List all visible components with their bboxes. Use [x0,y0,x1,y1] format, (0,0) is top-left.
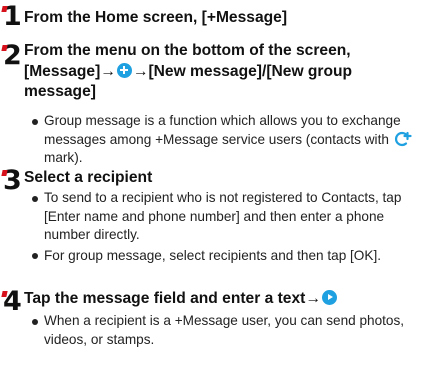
plus-message-contact-icon [394,131,412,146]
step-4-title: Tap the message field and enter a text→ [24,289,419,310]
send-circle-icon [321,290,337,305]
step-3-number: 3 [3,165,22,196]
step-2-bullet: Group message is a function which allows… [32,112,419,168]
step-1-title: From the Home screen, [+Message] [24,9,288,26]
step-3-title: Select a recipient [24,169,153,186]
plus-circle-icon [116,62,132,78]
step-2-number: 2 [3,40,22,71]
step-1-number: 1 [3,1,22,32]
arrow-icon: → [132,62,149,80]
step-4-title-text: Tap the message field and enter a text [24,290,306,307]
step-3-bullets: To send to a recipient who is not regist… [32,189,419,267]
step-2-bullets: Group message is a function which allows… [32,112,419,170]
step-4-bullets: When a recipient is a +Message user, you… [32,312,419,351]
arrow-icon: → [100,62,116,80]
step-3-bullet: For group message, select recipients and… [32,247,419,266]
arrow-icon: → [305,290,321,307]
step-4-bullet: When a recipient is a +Message user, you… [32,312,419,349]
step-3-bullet: To send to a recipient who is not regist… [32,189,419,245]
step-2-title: From the menu on the bottom of the scree… [24,41,419,103]
step-4-number: 4 [3,286,22,317]
